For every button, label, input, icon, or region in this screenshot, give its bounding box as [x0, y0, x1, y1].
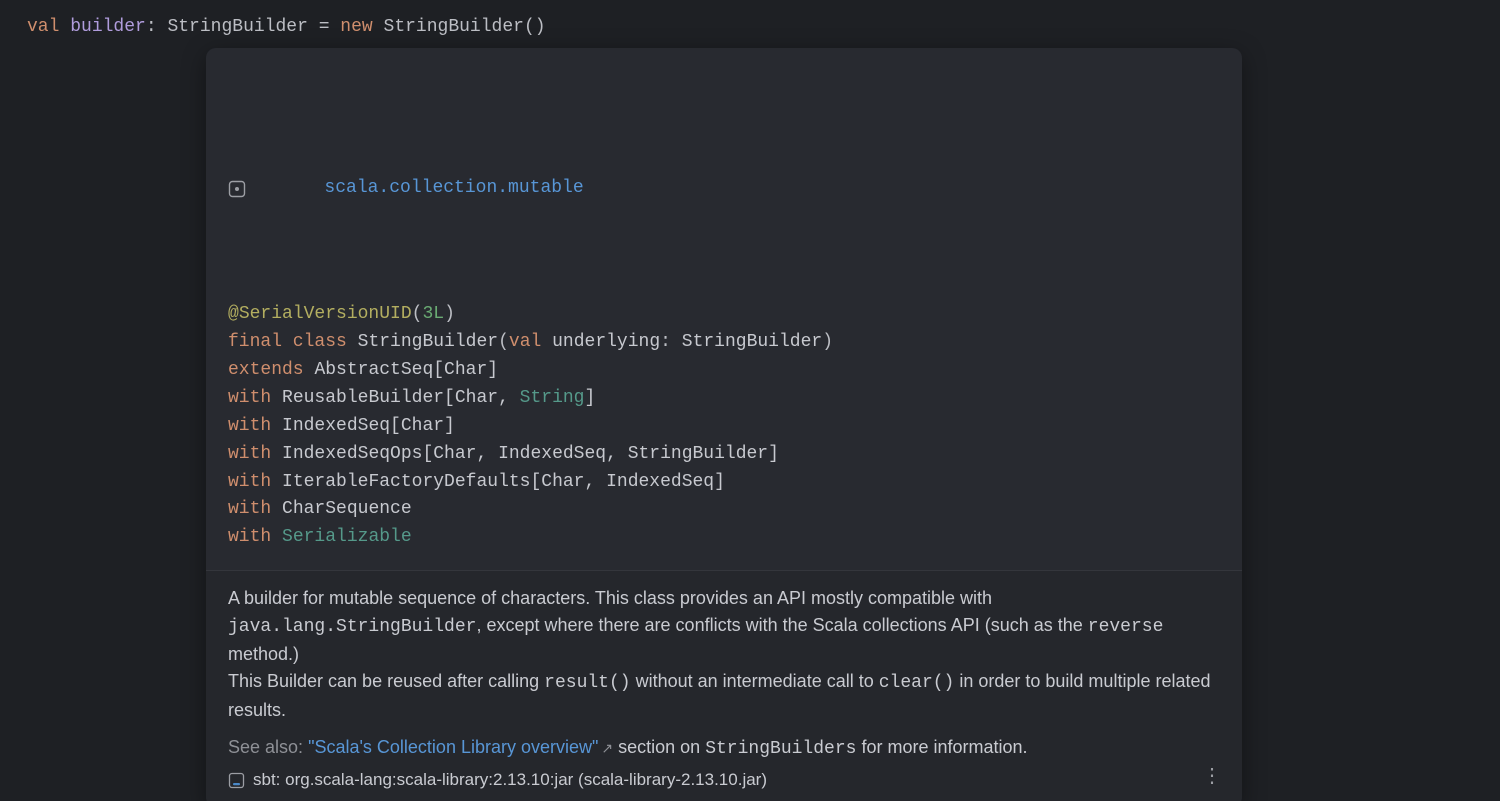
kw-final-class: final class: [228, 332, 347, 352]
see-also-label: See also:: [228, 737, 308, 757]
doc-signature: scala.collection.mutable @SerialVersionU…: [206, 48, 1242, 570]
kw-val: val: [27, 17, 59, 37]
doc-popup: scala.collection.mutable @SerialVersionU…: [206, 48, 1242, 801]
class-name: StringBuilder: [358, 332, 498, 352]
identifier: builder: [70, 17, 146, 37]
doc-description: A builder for mutable sequence of charac…: [206, 570, 1242, 801]
more-actions-button[interactable]: ⋮: [1202, 762, 1224, 793]
anno-at: @: [228, 304, 239, 324]
type: StringBuilder: [167, 17, 307, 37]
see-also-link[interactable]: "Scala's Collection Library overview": [308, 737, 598, 757]
jar-icon: [228, 772, 245, 789]
ctor-parens: (): [524, 17, 546, 37]
anno-name: SerialVersionUID: [239, 304, 412, 324]
desc-text: A builder for mutable sequence of charac…: [228, 588, 992, 608]
desc-code-ref: java.lang.StringBuilder: [228, 617, 476, 637]
package-icon: [228, 124, 314, 254]
external-link-icon: ↗: [601, 740, 613, 756]
code-line[interactable]: val builder: StringBuilder = new StringB…: [0, 0, 1500, 42]
anno-val: 3L: [422, 304, 444, 324]
package-link[interactable]: scala.collection.mutable: [324, 175, 583, 203]
source-line: sbt: org.scala-lang:scala-library:2.13.1…: [253, 767, 767, 793]
kw-new: new: [340, 17, 372, 37]
ctor: StringBuilder: [384, 17, 524, 37]
